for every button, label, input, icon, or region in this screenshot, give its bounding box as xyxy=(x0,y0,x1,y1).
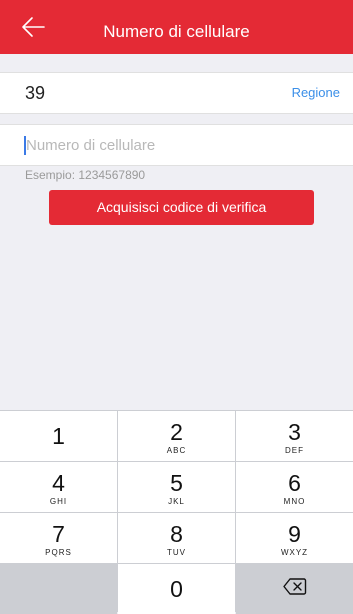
get-verification-code-button[interactable]: Acquisisci codice di verifica xyxy=(49,190,314,225)
backspace-icon xyxy=(282,578,307,601)
key-digit: 5 xyxy=(170,470,183,496)
key-6[interactable]: 6 MNO xyxy=(236,462,353,512)
phone-row xyxy=(0,124,353,166)
key-3[interactable]: 3 DEF xyxy=(236,411,353,461)
phone-number-input[interactable] xyxy=(26,125,336,165)
key-blank xyxy=(0,564,117,614)
key-letters: TUV xyxy=(167,548,186,557)
numeric-keypad: 1 2 ABC 3 DEF 4 GHI 5 JKL 6 MNO 7 PQRS 8… xyxy=(0,410,353,614)
key-digit: 8 xyxy=(170,521,183,547)
key-1[interactable]: 1 xyxy=(0,411,117,461)
key-digit: 7 xyxy=(52,521,65,547)
country-code: 39 xyxy=(25,83,46,103)
key-digit: 9 xyxy=(288,521,301,547)
region-row[interactable]: 39 Regione xyxy=(0,72,353,114)
key-digit: 0 xyxy=(170,576,183,602)
key-0[interactable]: 0 xyxy=(118,564,235,614)
region-link[interactable]: Regione xyxy=(292,73,340,113)
key-letters: ABC xyxy=(166,446,187,455)
key-digit: 4 xyxy=(52,470,65,496)
header-bar: Numero di cellulare xyxy=(0,0,353,54)
key-letters: WXYZ xyxy=(280,548,309,557)
key-2[interactable]: 2 ABC xyxy=(118,411,235,461)
key-4[interactable]: 4 GHI xyxy=(0,462,117,512)
key-letters: PQRS xyxy=(45,548,72,557)
delete-key[interactable] xyxy=(236,564,353,614)
example-hint: Esempio: 1234567890 xyxy=(25,168,146,182)
key-digit: 6 xyxy=(288,470,301,496)
key-7[interactable]: 7 PQRS xyxy=(0,513,117,563)
key-letters: GHI xyxy=(49,497,68,506)
key-digit: 1 xyxy=(52,423,65,449)
key-letters: DEF xyxy=(285,446,304,455)
key-digit: 3 xyxy=(288,419,301,445)
key-5[interactable]: 5 JKL xyxy=(118,462,235,512)
key-8[interactable]: 8 TUV xyxy=(118,513,235,563)
key-9[interactable]: 9 WXYZ xyxy=(236,513,353,563)
key-letters: JKL xyxy=(168,497,185,506)
key-letters: MNO xyxy=(283,497,306,506)
key-digit: 2 xyxy=(170,419,183,445)
page-title: Numero di cellulare xyxy=(103,22,250,41)
